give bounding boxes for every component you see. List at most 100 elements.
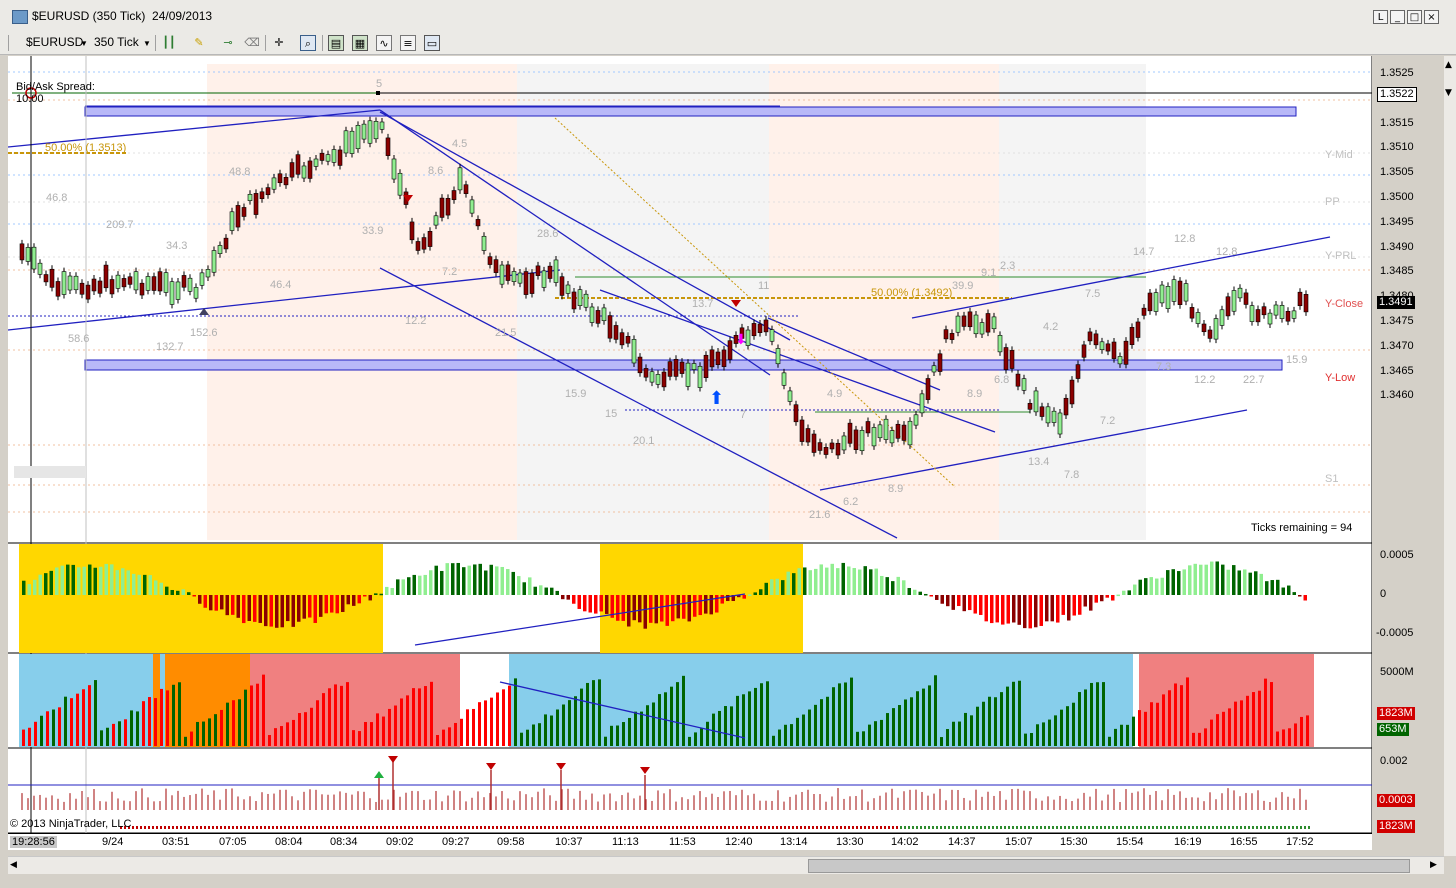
tick-strip	[224, 826, 226, 829]
tick-strip	[1176, 826, 1178, 829]
data-box-icon[interactable]: ▤	[328, 35, 344, 51]
tick-strip	[976, 826, 978, 829]
volume-bar	[862, 731, 865, 746]
osc-bar	[192, 595, 196, 597]
volume-bar	[238, 699, 241, 746]
osc-bar	[170, 589, 174, 595]
magnet-icon[interactable]: ⊸	[220, 35, 236, 51]
indicators-icon[interactable]: ∿	[376, 35, 392, 51]
candle	[1189, 307, 1195, 319]
candle	[73, 275, 79, 291]
crosshair-icon[interactable]: ✛	[271, 35, 287, 51]
candle	[1087, 331, 1093, 342]
tick-strip	[1244, 826, 1246, 829]
scroll-down-icon[interactable]: ▼	[1445, 88, 1452, 98]
tick-strip	[724, 826, 726, 829]
candle	[1249, 305, 1255, 322]
candle	[265, 187, 271, 196]
maximize-button[interactable]: □	[1407, 10, 1422, 24]
buy-arrow-icon: ⬆	[709, 388, 724, 409]
price-axis-label: 1.3465	[1380, 364, 1414, 377]
candle	[445, 198, 451, 216]
candle	[289, 162, 295, 178]
candle	[787, 390, 793, 402]
candle	[1171, 279, 1177, 302]
osc-bar	[110, 564, 114, 595]
tick-strip	[528, 826, 530, 829]
volume-bar	[442, 729, 445, 746]
chart-canvas[interactable]: ⬆⬇	[8, 56, 1372, 833]
candle	[601, 307, 607, 322]
tick-strip	[576, 826, 578, 829]
osc-bar	[352, 595, 356, 606]
scroll-right-icon[interactable]: ▶	[1430, 860, 1437, 870]
volume-bar	[1012, 681, 1015, 746]
volume-bar	[1072, 702, 1075, 746]
tick-strip	[1128, 826, 1130, 829]
vertical-scrollbar[interactable]	[1444, 56, 1456, 856]
osc-bar	[1287, 585, 1291, 595]
osc-bar	[544, 587, 548, 595]
tick-strip	[660, 826, 662, 829]
osc-bar	[1001, 595, 1005, 625]
candle	[757, 323, 763, 333]
volume-bar	[970, 715, 973, 746]
minimize-button[interactable]: _	[1390, 10, 1405, 24]
chart-trader-icon[interactable]: ▦	[352, 35, 368, 51]
tick-strip	[1092, 826, 1094, 829]
tick-strip	[1292, 826, 1294, 829]
tick-strip	[1144, 826, 1146, 829]
tick-strip	[396, 826, 398, 829]
tick-strip	[848, 826, 850, 829]
link-button[interactable]: L	[1373, 10, 1388, 24]
scroll-thumb[interactable]	[808, 859, 1410, 873]
osc-bar	[522, 582, 526, 595]
time-axis-label: 13:14	[780, 836, 808, 848]
candle	[49, 268, 55, 288]
horizontal-scrollbar[interactable]: ◀ ▶	[8, 856, 1444, 874]
volume-bar	[598, 679, 601, 746]
close-button[interactable]: ×	[1424, 10, 1439, 24]
time-axis-label: 15:54	[1116, 836, 1144, 848]
volume-bar	[730, 706, 733, 746]
volume-bar	[250, 685, 253, 746]
swing-label: 5	[376, 78, 383, 90]
candle	[1021, 378, 1027, 391]
volume-bar	[1174, 683, 1177, 746]
tick-strip	[320, 826, 322, 829]
volume-bar	[694, 732, 697, 746]
scroll-left-icon[interactable]: ◀	[10, 860, 17, 870]
draw-pencil-icon[interactable]: ✎	[191, 35, 207, 51]
chart-area[interactable]: ⬆ ⬇	[8, 56, 1372, 833]
candle	[589, 306, 595, 323]
candle	[1231, 290, 1237, 312]
instrument-selector[interactable]: $EURUSD	[26, 35, 83, 49]
candle	[61, 271, 67, 295]
candle	[1009, 350, 1015, 369]
tick-strip	[136, 826, 138, 829]
osc-bar	[775, 578, 779, 595]
properties-icon[interactable]: ▭	[424, 35, 440, 51]
tick-strip	[980, 826, 982, 829]
candle	[109, 279, 115, 295]
volume-bar	[844, 682, 847, 746]
osc-axis-bottom: -0.0005	[1376, 627, 1414, 639]
candle	[937, 353, 943, 372]
tick-strip	[1032, 826, 1034, 829]
volume-bar	[244, 689, 247, 746]
bar-type-icon[interactable]: ┃┃	[161, 35, 177, 51]
candle	[79, 282, 85, 295]
strategies-icon[interactable]: ≡	[400, 35, 416, 51]
volume-bar	[52, 709, 55, 746]
tick-strip	[1100, 826, 1102, 829]
swing-label: 15	[605, 408, 618, 420]
tick-strip	[488, 826, 490, 829]
zoom-icon[interactable]: ⌕	[300, 35, 316, 51]
scroll-up-icon[interactable]: ▲	[1445, 60, 1452, 70]
swing-label: 33.9	[362, 225, 384, 237]
instrument-dropdown-icon[interactable]: ▼	[80, 39, 88, 48]
period-selector[interactable]: 350 Tick	[94, 35, 139, 49]
volume-bar	[706, 721, 709, 746]
eraser-icon[interactable]: ⌫	[244, 35, 260, 51]
period-dropdown-icon[interactable]: ▼	[143, 39, 151, 48]
